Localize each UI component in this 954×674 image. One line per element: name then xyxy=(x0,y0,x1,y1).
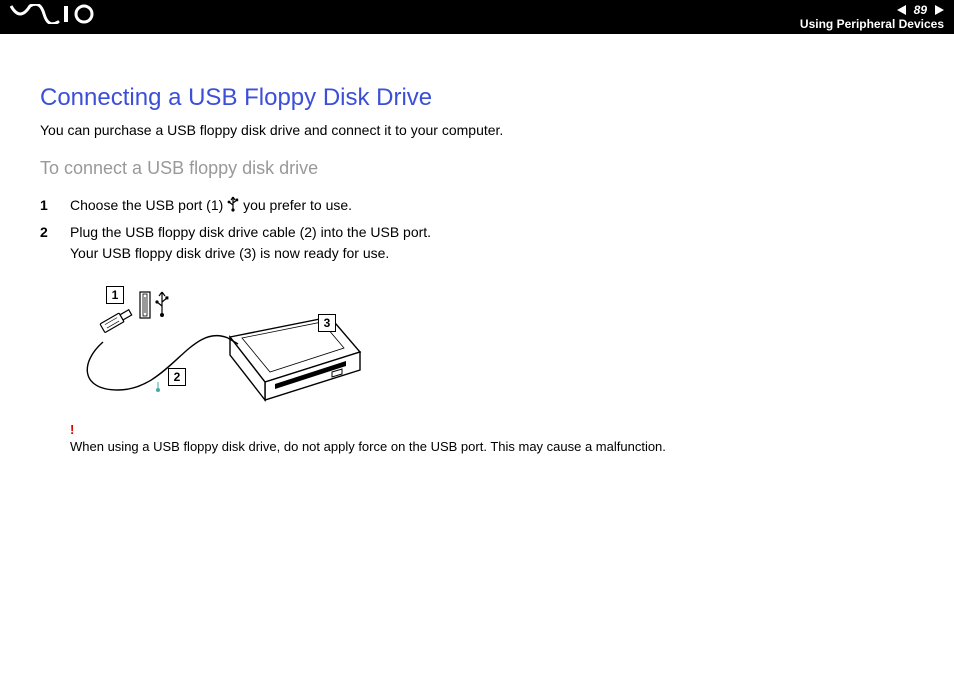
page-number: 89 xyxy=(914,3,927,17)
warning-text: When using a USB floppy disk drive, do n… xyxy=(70,439,666,454)
header-bar: 89 Using Peripheral Devices xyxy=(0,0,954,34)
next-page-icon[interactable] xyxy=(935,5,944,15)
step-1-post: you prefer to use. xyxy=(239,197,352,213)
warning-icon: ! xyxy=(70,422,914,437)
step-1: Choose the USB port (1) you prefer to us… xyxy=(40,195,914,216)
diagram-callout-2: 2 xyxy=(168,368,186,386)
page-content: Connecting a USB Floppy Disk Drive You c… xyxy=(0,34,954,474)
diagram-callout-3: 3 xyxy=(318,314,336,332)
diagram-callout-1: 1 xyxy=(106,286,124,304)
intro-text: You can purchase a USB floppy disk drive… xyxy=(40,122,914,138)
usb-icon xyxy=(227,196,239,212)
warning-block: ! When using a USB floppy disk drive, do… xyxy=(70,422,914,454)
header-section: Using Peripheral Devices xyxy=(800,17,944,31)
page-nav: 89 xyxy=(897,3,944,17)
step-2-text: Plug the USB floppy disk drive cable (2)… xyxy=(70,224,431,261)
prev-page-icon[interactable] xyxy=(897,5,906,15)
sub-heading: To connect a USB floppy disk drive xyxy=(40,158,914,179)
vaio-logo-svg xyxy=(10,4,98,24)
step-1-pre: Choose the USB port (1) xyxy=(70,197,227,213)
step-2: Plug the USB floppy disk drive cable (2)… xyxy=(40,222,914,264)
floppy-diagram: 1 2 3 xyxy=(70,282,370,412)
page-title: Connecting a USB Floppy Disk Drive xyxy=(40,84,914,112)
floppy-drive-shape xyxy=(228,317,360,400)
steps-list: Choose the USB port (1) you prefer to us… xyxy=(40,195,914,264)
vaio-logo xyxy=(10,4,98,30)
header-right: 89 Using Peripheral Devices xyxy=(800,3,944,31)
